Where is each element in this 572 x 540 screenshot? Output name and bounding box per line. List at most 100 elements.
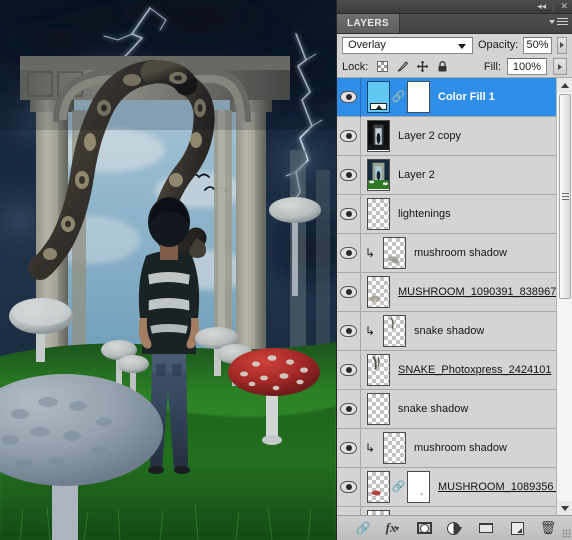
scrollbar-track[interactable] [557,92,572,501]
layer-visibility-toggle[interactable] [337,194,361,234]
table-row[interactable]: snake shadow [337,389,572,429]
new-group-icon[interactable] [477,519,495,537]
layer-visibility-toggle[interactable] [337,467,361,507]
table-row[interactable]: Layer 2 copy [337,116,572,156]
thumbnail-art [369,295,381,304]
eye-icon [340,403,357,415]
table-row[interactable]: lightenings [337,194,572,234]
layer-name[interactable]: snake shadow [390,403,468,415]
transparency-lock-icon[interactable] [376,60,389,73]
paint-lock-icon[interactable] [396,60,409,73]
opacity-value: 50% [526,39,549,51]
layer-visibility-toggle[interactable] [337,155,361,195]
layer-thumbnails[interactable] [377,315,406,347]
opacity-input[interactable]: 50% [523,36,552,54]
layer-thumbnails[interactable] [377,237,406,269]
layer-thumbnails[interactable] [377,432,406,464]
layer-thumbnail[interactable] [367,354,390,386]
chevron-down-icon [458,43,466,49]
table-row[interactable]: SNAKE_Photoxpress_2424101 [337,350,572,390]
table-row[interactable] [337,506,572,515]
layer-visibility-toggle[interactable] [337,506,361,515]
layer-visibility-toggle[interactable] [337,78,361,117]
layer-thumbnail[interactable] [383,432,406,464]
layer-thumbnails[interactable]: 🔗 [361,471,430,503]
table-row[interactable]: 🔗 Color Fill 1 [337,78,572,117]
table-row[interactable]: ↳ mushroom shadow [337,233,572,273]
layer-thumbnail[interactable] [367,120,390,152]
move-lock-icon[interactable] [416,60,429,73]
layer-visibility-toggle[interactable] [337,428,361,468]
close-icon[interactable]: ✕ [560,2,568,11]
layer-thumbnails[interactable] [361,198,390,230]
new-adjustment-layer-icon[interactable]: ▼ [446,519,464,537]
layer-thumbnail-color-fill[interactable] [367,81,390,113]
layer-thumbnails[interactable] [361,354,390,386]
layer-visibility-toggle[interactable] [337,233,361,273]
table-row[interactable]: MUSHROOM_1090391_83896767 [337,272,572,312]
new-layer-icon[interactable] [508,519,526,537]
layer-thumbnails[interactable]: 🔗 [361,81,430,113]
layer-visibility-toggle[interactable] [337,116,361,156]
eye-icon [340,481,357,493]
layer-name[interactable]: snake shadow [406,325,484,337]
layer-thumbnail[interactable] [383,237,406,269]
table-row[interactable]: Layer 2 [337,155,572,195]
eye-icon [340,169,357,181]
blend-mode-value: Overlay [348,39,386,51]
collapse-panel-icon[interactable]: ◂◂ [537,2,546,11]
add-layer-mask-icon[interactable] [415,519,433,537]
layer-name[interactable]: Layer 2 [390,169,435,181]
table-row[interactable]: ↳ mushroom shadow [337,428,572,468]
thumbnail-art [371,490,381,496]
layer-thumbnails[interactable] [361,393,390,425]
layer-thumbnails[interactable] [361,159,390,191]
layer-name[interactable]: MUSHROOM_1090391_83896767 [390,286,569,298]
opacity-slider-button[interactable] [556,36,567,54]
layers-scrollbar[interactable] [556,78,572,515]
layer-name[interactable]: SNAKE_Photoxpress_2424101 [390,364,552,376]
layer-thumbnail[interactable] [367,471,390,503]
fill-slider-button[interactable] [553,58,567,75]
layer-thumbnails[interactable] [361,120,390,152]
layer-thumbnail[interactable] [383,315,406,347]
layer-mask-thumbnail[interactable] [407,471,430,503]
scroll-up-arrow-icon[interactable] [557,78,572,92]
layer-list[interactable]: 🔗 Color Fill 1 Layer 2 copy Layer 2 ligh… [337,78,572,515]
fill-input[interactable]: 100% [507,58,547,75]
tab-layers[interactable]: LAYERS [337,14,401,33]
layer-name[interactable]: MUSHROOM_1089356_... [430,481,569,493]
layer-name[interactable]: Color Fill 1 [430,91,495,103]
opacity-label: Opacity: [478,39,519,51]
layer-name[interactable]: mushroom shadow [406,442,507,454]
delete-layer-icon[interactable]: 🗑 [539,519,557,537]
layer-visibility-toggle[interactable] [337,272,361,312]
layer-visibility-toggle[interactable] [337,350,361,390]
lock-all-icon[interactable] [436,60,449,73]
panel-resize-grip[interactable] [562,529,571,538]
link-layers-icon[interactable]: 🔗 [353,519,371,537]
layer-visibility-toggle[interactable] [337,311,361,351]
layer-thumbnails[interactable] [361,276,390,308]
layer-thumbnail[interactable] [367,198,390,230]
layer-thumbnail[interactable] [367,276,390,308]
mask-art [420,492,423,496]
panel-menu-icon[interactable] [549,18,568,25]
layer-visibility-toggle[interactable] [337,389,361,429]
blend-mode-select[interactable]: Overlay [342,36,473,54]
layer-mask-thumbnail[interactable] [407,81,430,113]
layer-name[interactable]: Layer 2 copy [390,130,461,142]
layer-style-fx-icon[interactable]: fx ▼ [384,519,402,537]
scroll-down-arrow-icon[interactable] [557,501,572,515]
table-row[interactable]: ↳ snake shadow [337,311,572,351]
eye-icon [340,286,357,298]
layer-thumbnail[interactable] [367,159,390,191]
tab-layers-label: LAYERS [347,18,390,29]
panel-menu-lines [557,18,568,25]
image-canvas[interactable] [0,0,336,540]
scrollbar-thumb[interactable] [559,94,571,299]
layer-name[interactable]: mushroom shadow [406,247,507,259]
table-row[interactable]: 🔗 MUSHROOM_1089356_... [337,467,572,507]
layer-thumbnail[interactable] [367,393,390,425]
layer-name[interactable]: lightenings [390,208,451,220]
